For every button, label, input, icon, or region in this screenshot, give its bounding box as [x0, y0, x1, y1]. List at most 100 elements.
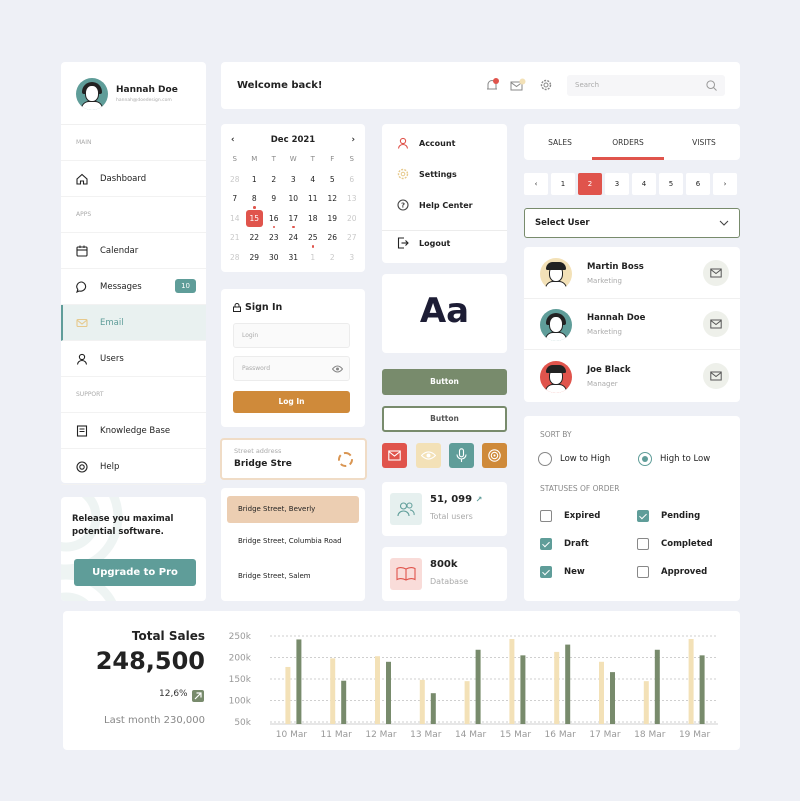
- menu-item-settings[interactable]: Settings: [397, 168, 457, 180]
- calendar-day[interactable]: 9: [264, 189, 284, 209]
- bar: [610, 672, 615, 724]
- checkbox-expired[interactable]: Expired: [540, 510, 600, 522]
- log-in-button[interactable]: Log In: [233, 391, 350, 413]
- page-button[interactable]: 1: [551, 173, 575, 195]
- checkbox-pending[interactable]: Pending: [637, 510, 700, 522]
- sidebar-item-email[interactable]: Email: [61, 305, 206, 341]
- calendar-day[interactable]: 17: [284, 209, 304, 229]
- suggestion-item[interactable]: Bridge Street, Beverly: [227, 496, 359, 523]
- calendar-day[interactable]: 12: [323, 189, 343, 209]
- bell-icon[interactable]: [484, 78, 500, 92]
- eye-icon-button[interactable]: [416, 443, 441, 468]
- calendar-day[interactable]: 27: [342, 228, 362, 248]
- suggestion-item[interactable]: Bridge Street, Columbia Road: [227, 528, 359, 555]
- calendar-day[interactable]: 31: [284, 248, 304, 268]
- calendar-day[interactable]: 3: [342, 248, 362, 268]
- menu-item-account[interactable]: Account: [397, 137, 455, 149]
- calendar-day[interactable]: 23: [264, 228, 284, 248]
- page-button[interactable]: 6: [686, 173, 710, 195]
- tab-visits[interactable]: VISITS: [668, 124, 740, 160]
- upgrade-button[interactable]: Upgrade to Pro: [74, 559, 196, 586]
- checkbox-draft[interactable]: Draft: [540, 538, 589, 550]
- calendar-day[interactable]: 3: [284, 170, 304, 190]
- menu-item-logout[interactable]: Logout: [397, 237, 450, 249]
- calendar-day[interactable]: 1: [303, 248, 323, 268]
- suggestion-item[interactable]: Bridge Street, Salem: [227, 563, 359, 590]
- user-row[interactable]: Martin Boss Marketing: [524, 247, 740, 299]
- calendar-day[interactable]: 20: [342, 209, 362, 229]
- login-field[interactable]: Login: [233, 323, 350, 348]
- tab-orders[interactable]: ORDERS: [592, 124, 664, 160]
- chevron-left-icon[interactable]: ‹: [231, 135, 235, 145]
- checkbox-approved[interactable]: Approved: [637, 566, 707, 578]
- sidebar-item-help[interactable]: Help: [61, 449, 206, 485]
- calendar-day[interactable]: 28: [225, 170, 245, 190]
- microphone-icon-button[interactable]: [449, 443, 474, 468]
- calendar-day[interactable]: 19: [323, 209, 343, 229]
- sidebar-item-dashboard[interactable]: Dashboard: [61, 161, 206, 197]
- calendar-day[interactable]: 21: [225, 228, 245, 248]
- select-user-dropdown[interactable]: Select User: [524, 208, 740, 238]
- page-button[interactable]: 3: [605, 173, 629, 195]
- sidebar-item-knowledge-base[interactable]: Knowledge Base: [61, 413, 206, 449]
- tab-sales[interactable]: SALES: [524, 124, 596, 160]
- sidebar-item-users[interactable]: Users: [61, 341, 206, 377]
- calendar-day[interactable]: 11: [303, 189, 323, 209]
- user-row[interactable]: Joe Black Manager: [524, 350, 740, 402]
- page-button[interactable]: 4: [632, 173, 656, 195]
- menu-item-help-center[interactable]: ? Help Center: [397, 199, 473, 211]
- gear-icon[interactable]: [538, 78, 554, 92]
- calendar-day[interactable]: 25: [303, 228, 323, 248]
- calendar-day[interactable]: 14: [225, 209, 245, 229]
- page-prev[interactable]: ‹: [524, 173, 548, 195]
- profile[interactable]: Hannah Doe hannah@doedesign.com: [61, 62, 206, 125]
- sidebar-item-calendar[interactable]: Calendar: [61, 233, 206, 269]
- calendar-day[interactable]: 28: [225, 248, 245, 268]
- calendar-day[interactable]: 1: [245, 170, 265, 190]
- sidebar-item-label: Users: [100, 353, 124, 364]
- calendar-day[interactable]: 2: [264, 170, 284, 190]
- mail-icon-button[interactable]: [703, 311, 729, 337]
- radio-high-to-low[interactable]: High to Low: [638, 452, 710, 466]
- calendar-day[interactable]: 6: [342, 170, 362, 190]
- mail-icon-button[interactable]: [703, 363, 729, 389]
- page-button[interactable]: 5: [659, 173, 683, 195]
- x-tick-label: 19 Mar: [679, 730, 711, 740]
- calendar-day[interactable]: 22: [245, 228, 265, 248]
- sort-by-label: SORT BY: [540, 430, 572, 439]
- chevron-right-icon[interactable]: ›: [351, 135, 355, 145]
- sidebar-item-messages[interactable]: Messages 10: [61, 269, 206, 305]
- primary-button[interactable]: Button: [382, 369, 507, 395]
- street-address-input[interactable]: Street address Bridge Stre: [220, 438, 367, 480]
- outline-button[interactable]: Button: [382, 406, 507, 432]
- calendar-day[interactable]: 24: [284, 228, 304, 248]
- page-next[interactable]: ›: [713, 173, 737, 195]
- calendar-day[interactable]: 18: [303, 209, 323, 229]
- pagination: ‹ 1 2 3 4 5 6 ›: [524, 173, 740, 195]
- calendar-day[interactable]: 26: [323, 228, 343, 248]
- search-bar[interactable]: Search: [567, 75, 725, 96]
- calendar-day[interactable]: 4: [303, 170, 323, 190]
- calendar-day[interactable]: 15: [245, 209, 263, 227]
- radio-low-to-high[interactable]: Low to High: [538, 452, 610, 466]
- mail-icon-button[interactable]: [382, 443, 407, 468]
- eye-icon[interactable]: [332, 365, 343, 373]
- calendar-day[interactable]: 10: [284, 189, 304, 209]
- calendar-day[interactable]: 29: [245, 248, 265, 268]
- calendar-day[interactable]: 16: [264, 209, 284, 229]
- mail-icon-button[interactable]: [703, 260, 729, 286]
- calendar-day[interactable]: 7: [225, 189, 245, 209]
- page-button-active[interactable]: 2: [578, 173, 602, 195]
- checkbox-new[interactable]: New: [540, 566, 585, 578]
- podcast-icon-button[interactable]: [482, 443, 507, 468]
- calendar-day[interactable]: 30: [264, 248, 284, 268]
- password-field[interactable]: Password: [233, 356, 350, 381]
- calendar-day[interactable]: 8: [245, 189, 265, 209]
- calendar-day[interactable]: 2: [323, 248, 343, 268]
- user-row[interactable]: Hannah Doe Marketing: [524, 298, 740, 350]
- calendar-day[interactable]: 5: [323, 170, 343, 190]
- user-icon: [397, 137, 409, 149]
- checkbox-completed[interactable]: Completed: [637, 538, 713, 550]
- calendar-day[interactable]: 13: [342, 189, 362, 209]
- mail-icon[interactable]: [510, 78, 526, 92]
